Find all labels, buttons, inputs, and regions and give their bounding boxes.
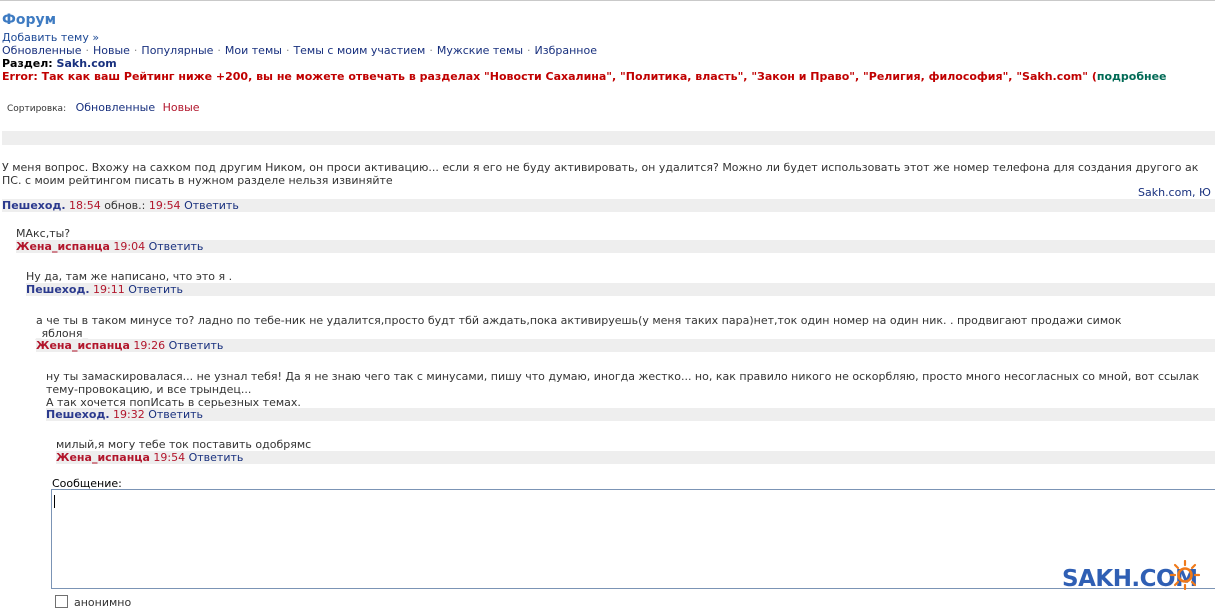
nav-updated[interactable]: Обновленные — [2, 44, 81, 57]
error-message: Error: Так как ваш Рейтинг ниже +200, вы… — [2, 70, 1167, 83]
author-link[interactable]: Жена_испанца — [56, 451, 150, 464]
nav-favorites[interactable]: Избранное — [535, 44, 597, 57]
sort-updated-link[interactable]: Обновленные — [76, 101, 155, 114]
nav-participated[interactable]: Темы с моим участием — [293, 44, 425, 57]
reply-link[interactable]: Ответить — [128, 283, 183, 296]
reply-time: 19:32 — [113, 408, 145, 421]
edited-label: обнов.: — [104, 199, 146, 212]
reply-meta: Жена_испанца 19:54 Ответить — [56, 451, 1215, 464]
error-more-link[interactable]: подробнее — [1097, 70, 1167, 83]
top-divider — [0, 0, 1215, 1]
reply-link[interactable]: Ответить — [148, 408, 203, 421]
sakh-logo: SAKH.COM — [1062, 558, 1212, 598]
reply-meta: Жена_испанца 19:26 Ответить — [36, 339, 1215, 352]
message-textarea[interactable] — [51, 489, 1215, 589]
reply-link[interactable]: Ответить — [189, 451, 244, 464]
author-link[interactable]: Пешеход. — [2, 199, 66, 212]
reply-time: 19:54 — [153, 451, 186, 464]
section-label: Раздел: — [2, 57, 53, 70]
topic-header-bar — [2, 131, 1215, 145]
topic-post-text: У меня вопрос. Вхожу на сахком под други… — [2, 161, 1198, 187]
edited-time: 19:54 — [148, 199, 181, 212]
reply-time: 19:04 — [113, 240, 146, 253]
sort-new-link[interactable]: Новые — [163, 101, 200, 114]
nav-new[interactable]: Новые — [93, 44, 130, 57]
post-tag-link[interactable]: Sakh.com, Ю — [1138, 186, 1211, 199]
reply-meta: Пешеход. 19:32 Ответить — [46, 408, 1215, 421]
section-name-link[interactable]: Sakh.com — [57, 57, 117, 70]
author-link[interactable]: Пешеход. — [26, 283, 90, 296]
add-topic-link[interactable]: Добавить тему » — [2, 31, 99, 44]
reply-meta: Пешеход. 19:11 Ответить — [26, 283, 1215, 296]
error-text: Error: Так как ваш Рейтинг ниже +200, вы… — [2, 70, 1097, 83]
section-line: Раздел: Sakh.com — [2, 57, 117, 70]
post-meta: Пешеход. 18:54 обнов.: 19:54 Ответить — [2, 199, 1215, 212]
reply-text: милый,я могу тебе ток поставить одобрямс — [56, 438, 312, 451]
reply-link[interactable]: Ответить — [169, 339, 224, 352]
forum-title[interactable]: Форум — [2, 12, 56, 29]
reply-time: 19:11 — [93, 283, 125, 296]
sun-icon — [1170, 560, 1200, 590]
reply-link[interactable]: Ответить — [149, 240, 204, 253]
author-link[interactable]: Жена_испанца — [16, 240, 110, 253]
reply-link[interactable]: Ответить — [184, 199, 239, 212]
post-line: ПС. с моим рейтингом писать в нужном раз… — [2, 174, 393, 187]
anonymous-checkbox[interactable] — [55, 595, 68, 608]
author-link[interactable]: Жена_испанца — [36, 339, 130, 352]
text-caret — [54, 495, 55, 508]
forum-nav: Обновленные · Новые · Популярные · Мои темы · Те… — [2, 44, 597, 57]
reply-text: Ну да, там же написано, что это я . — [26, 270, 233, 283]
sort-label: Сортировка: — [7, 104, 67, 114]
nav-my-topics[interactable]: Мои темы — [225, 44, 282, 57]
nav-popular[interactable]: Популярные — [141, 44, 213, 57]
sort-row: Сортировка: Обновленные Новые — [7, 101, 200, 116]
reply-text: а че ты в таком минусе то? ладно по тебе… — [36, 314, 1122, 340]
reply-text: МАкс,ты? — [16, 227, 71, 240]
post-time: 18:54 — [69, 199, 101, 212]
reply-time: 19:26 — [133, 339, 166, 352]
reply-text: ну ты замаскировалася... не узнал тебя! … — [46, 370, 1200, 409]
nav-mens-topics[interactable]: Мужские темы — [437, 44, 523, 57]
author-link[interactable]: Пешеход. — [46, 408, 110, 421]
post-line: У меня вопрос. Вхожу на сахком под други… — [2, 161, 1199, 174]
reply-meta: Жена_испанца 19:04 Ответить — [16, 240, 1215, 253]
